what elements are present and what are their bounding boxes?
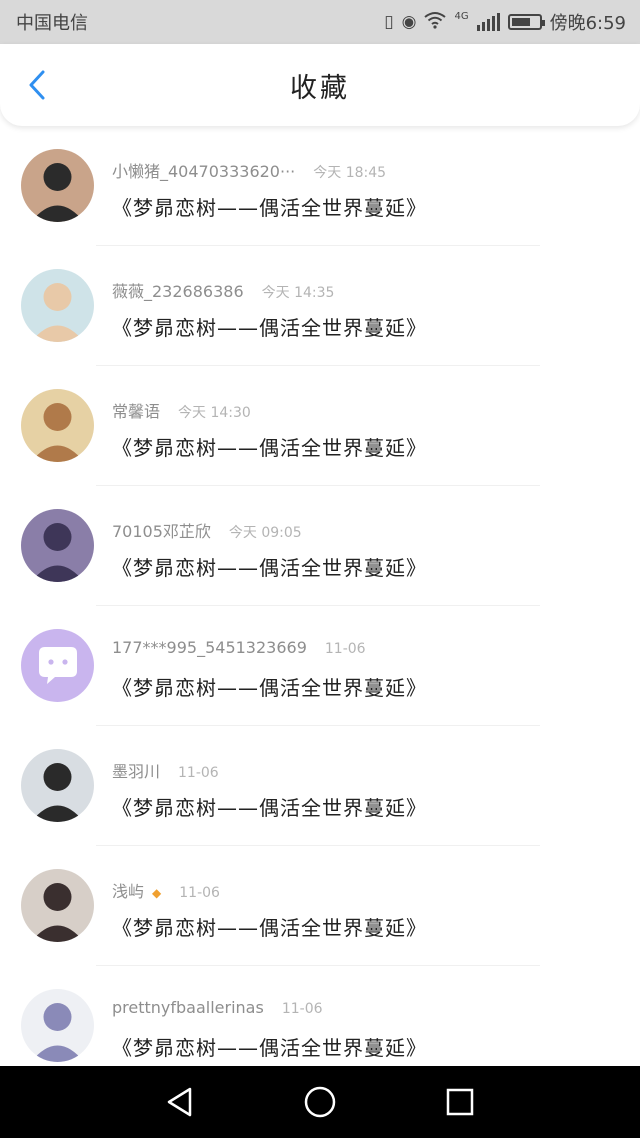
user-name[interactable]: prettnyfbaallerinas xyxy=(112,998,264,1017)
item-meta: 常馨语 今天 14:30 xyxy=(112,398,251,422)
vip-diamond-icon: ◆ xyxy=(152,886,162,900)
list-item[interactable]: 小懒猪_40470333620··· 今天 18:45 《梦昴恋树——偶活全世界… xyxy=(0,126,640,246)
user-name[interactable]: 177***995_5451323669 xyxy=(112,638,307,657)
wifi-icon xyxy=(424,11,447,33)
story-title[interactable]: 《梦昴恋树——偶活全世界蔓延》 xyxy=(112,192,427,221)
story-title[interactable]: 《梦昴恋树——偶活全世界蔓延》 xyxy=(112,312,427,341)
avatar-image-icon xyxy=(21,869,94,942)
item-meta: 墨羽川 11-06 xyxy=(112,758,219,782)
avatar[interactable] xyxy=(21,989,94,1062)
user-name[interactable]: 薇薇_232686386 xyxy=(112,278,244,302)
story-title[interactable]: 《梦昴恋树——偶活全世界蔓延》 xyxy=(112,672,427,701)
back-button[interactable] xyxy=(20,68,54,102)
timestamp: 11-06 xyxy=(179,885,220,901)
nav-back-button[interactable] xyxy=(158,1080,202,1124)
avatar-image-icon xyxy=(21,269,94,342)
carrier-label: 中国电信 xyxy=(16,13,88,34)
page-title: 收藏 xyxy=(290,72,350,104)
avatar-image-icon xyxy=(21,509,94,582)
item-meta: 薇薇_232686386 今天 14:35 xyxy=(112,278,334,302)
item-meta: 70105邓芷欣 今天 09:05 xyxy=(112,518,302,542)
timestamp: 今天 14:30 xyxy=(178,405,251,421)
timestamp: 今天 18:45 xyxy=(313,165,387,181)
user-name[interactable]: 墨羽川 xyxy=(112,758,160,782)
timestamp: 11-06 xyxy=(281,1001,323,1017)
item-meta: prettnyfbaallerinas 11-06 xyxy=(112,998,323,1017)
timestamp: 今天 09:05 xyxy=(228,525,302,541)
status-icons: ▯ ◉ 4G 傍晚6:59 xyxy=(384,9,626,35)
list-item[interactable]: 常馨语 今天 14:30 《梦昴恋树——偶活全世界蔓延》 xyxy=(0,366,640,486)
timestamp: 今天 14:35 xyxy=(261,285,335,301)
clock: 傍晚6:59 xyxy=(549,13,626,34)
back-triangle-icon xyxy=(167,1087,192,1117)
list-item[interactable]: 177***995_5451323669 11-06 《梦昴恋树——偶活全世界蔓… xyxy=(0,606,640,726)
story-title[interactable]: 《梦昴恋树——偶活全世界蔓延》 xyxy=(112,912,427,941)
avatar-image-icon xyxy=(21,389,94,462)
avatar-image-icon xyxy=(21,149,94,222)
chevron-left-icon xyxy=(29,70,45,100)
nav-home-button[interactable] xyxy=(298,1080,342,1124)
list-item[interactable]: 浅屿 ◆ 11-06 《梦昴恋树——偶活全世界蔓延》 xyxy=(0,846,640,966)
avatar[interactable] xyxy=(21,509,94,582)
timestamp: 11-06 xyxy=(324,641,366,657)
home-circle-icon xyxy=(304,1086,336,1118)
user-name[interactable]: 浅屿 xyxy=(112,878,144,902)
user-name[interactable]: 小懒猪_40470333620··· xyxy=(112,158,295,182)
header: 收藏 xyxy=(0,44,640,126)
avatar-image-icon xyxy=(21,989,94,1062)
vibrate-icon: ▯ xyxy=(384,11,394,32)
nav-recent-button[interactable] xyxy=(438,1080,482,1124)
item-meta: 小懒猪_40470333620··· 今天 18:45 xyxy=(112,158,386,182)
timestamp: 11-06 xyxy=(178,765,219,781)
avatar[interactable] xyxy=(21,389,94,462)
favorites-list: 小懒猪_40470333620··· 今天 18:45 《梦昴恋树——偶活全世界… xyxy=(0,126,640,1086)
story-title[interactable]: 《梦昴恋树——偶活全世界蔓延》 xyxy=(112,432,427,461)
eye-icon: ◉ xyxy=(401,11,417,32)
item-meta: 177***995_5451323669 11-06 xyxy=(112,638,366,657)
network-type: 4G xyxy=(454,11,469,22)
avatar[interactable] xyxy=(21,149,94,222)
battery-icon xyxy=(507,14,545,30)
recent-square-icon xyxy=(446,1088,474,1116)
avatar-image-icon xyxy=(21,749,94,822)
list-item[interactable]: 70105邓芷欣 今天 09:05 《梦昴恋树——偶活全世界蔓延》 xyxy=(0,486,640,606)
story-title[interactable]: 《梦昴恋树——偶活全世界蔓延》 xyxy=(112,792,427,821)
status-bar: 中国电信 ▯ ◉ 4G 傍晚6:59 xyxy=(0,0,640,44)
signal-icon xyxy=(476,13,500,31)
avatar[interactable] xyxy=(21,749,94,822)
avatar[interactable] xyxy=(21,869,94,942)
user-name[interactable]: 70105邓芷欣 xyxy=(112,518,211,542)
list-item[interactable]: 墨羽川 11-06 《梦昴恋树——偶活全世界蔓延》 xyxy=(0,726,640,846)
list-item[interactable]: 薇薇_232686386 今天 14:35 《梦昴恋树——偶活全世界蔓延》 xyxy=(0,246,640,366)
navigation-bar xyxy=(0,1066,640,1138)
avatar[interactable] xyxy=(21,629,94,702)
item-meta: 浅屿 ◆ 11-06 xyxy=(112,878,220,902)
story-title[interactable]: 《梦昴恋树——偶活全世界蔓延》 xyxy=(112,1032,427,1061)
avatar-image-icon xyxy=(21,629,94,702)
avatar[interactable] xyxy=(21,269,94,342)
story-title[interactable]: 《梦昴恋树——偶活全世界蔓延》 xyxy=(112,552,427,581)
user-name[interactable]: 常馨语 xyxy=(112,398,160,422)
